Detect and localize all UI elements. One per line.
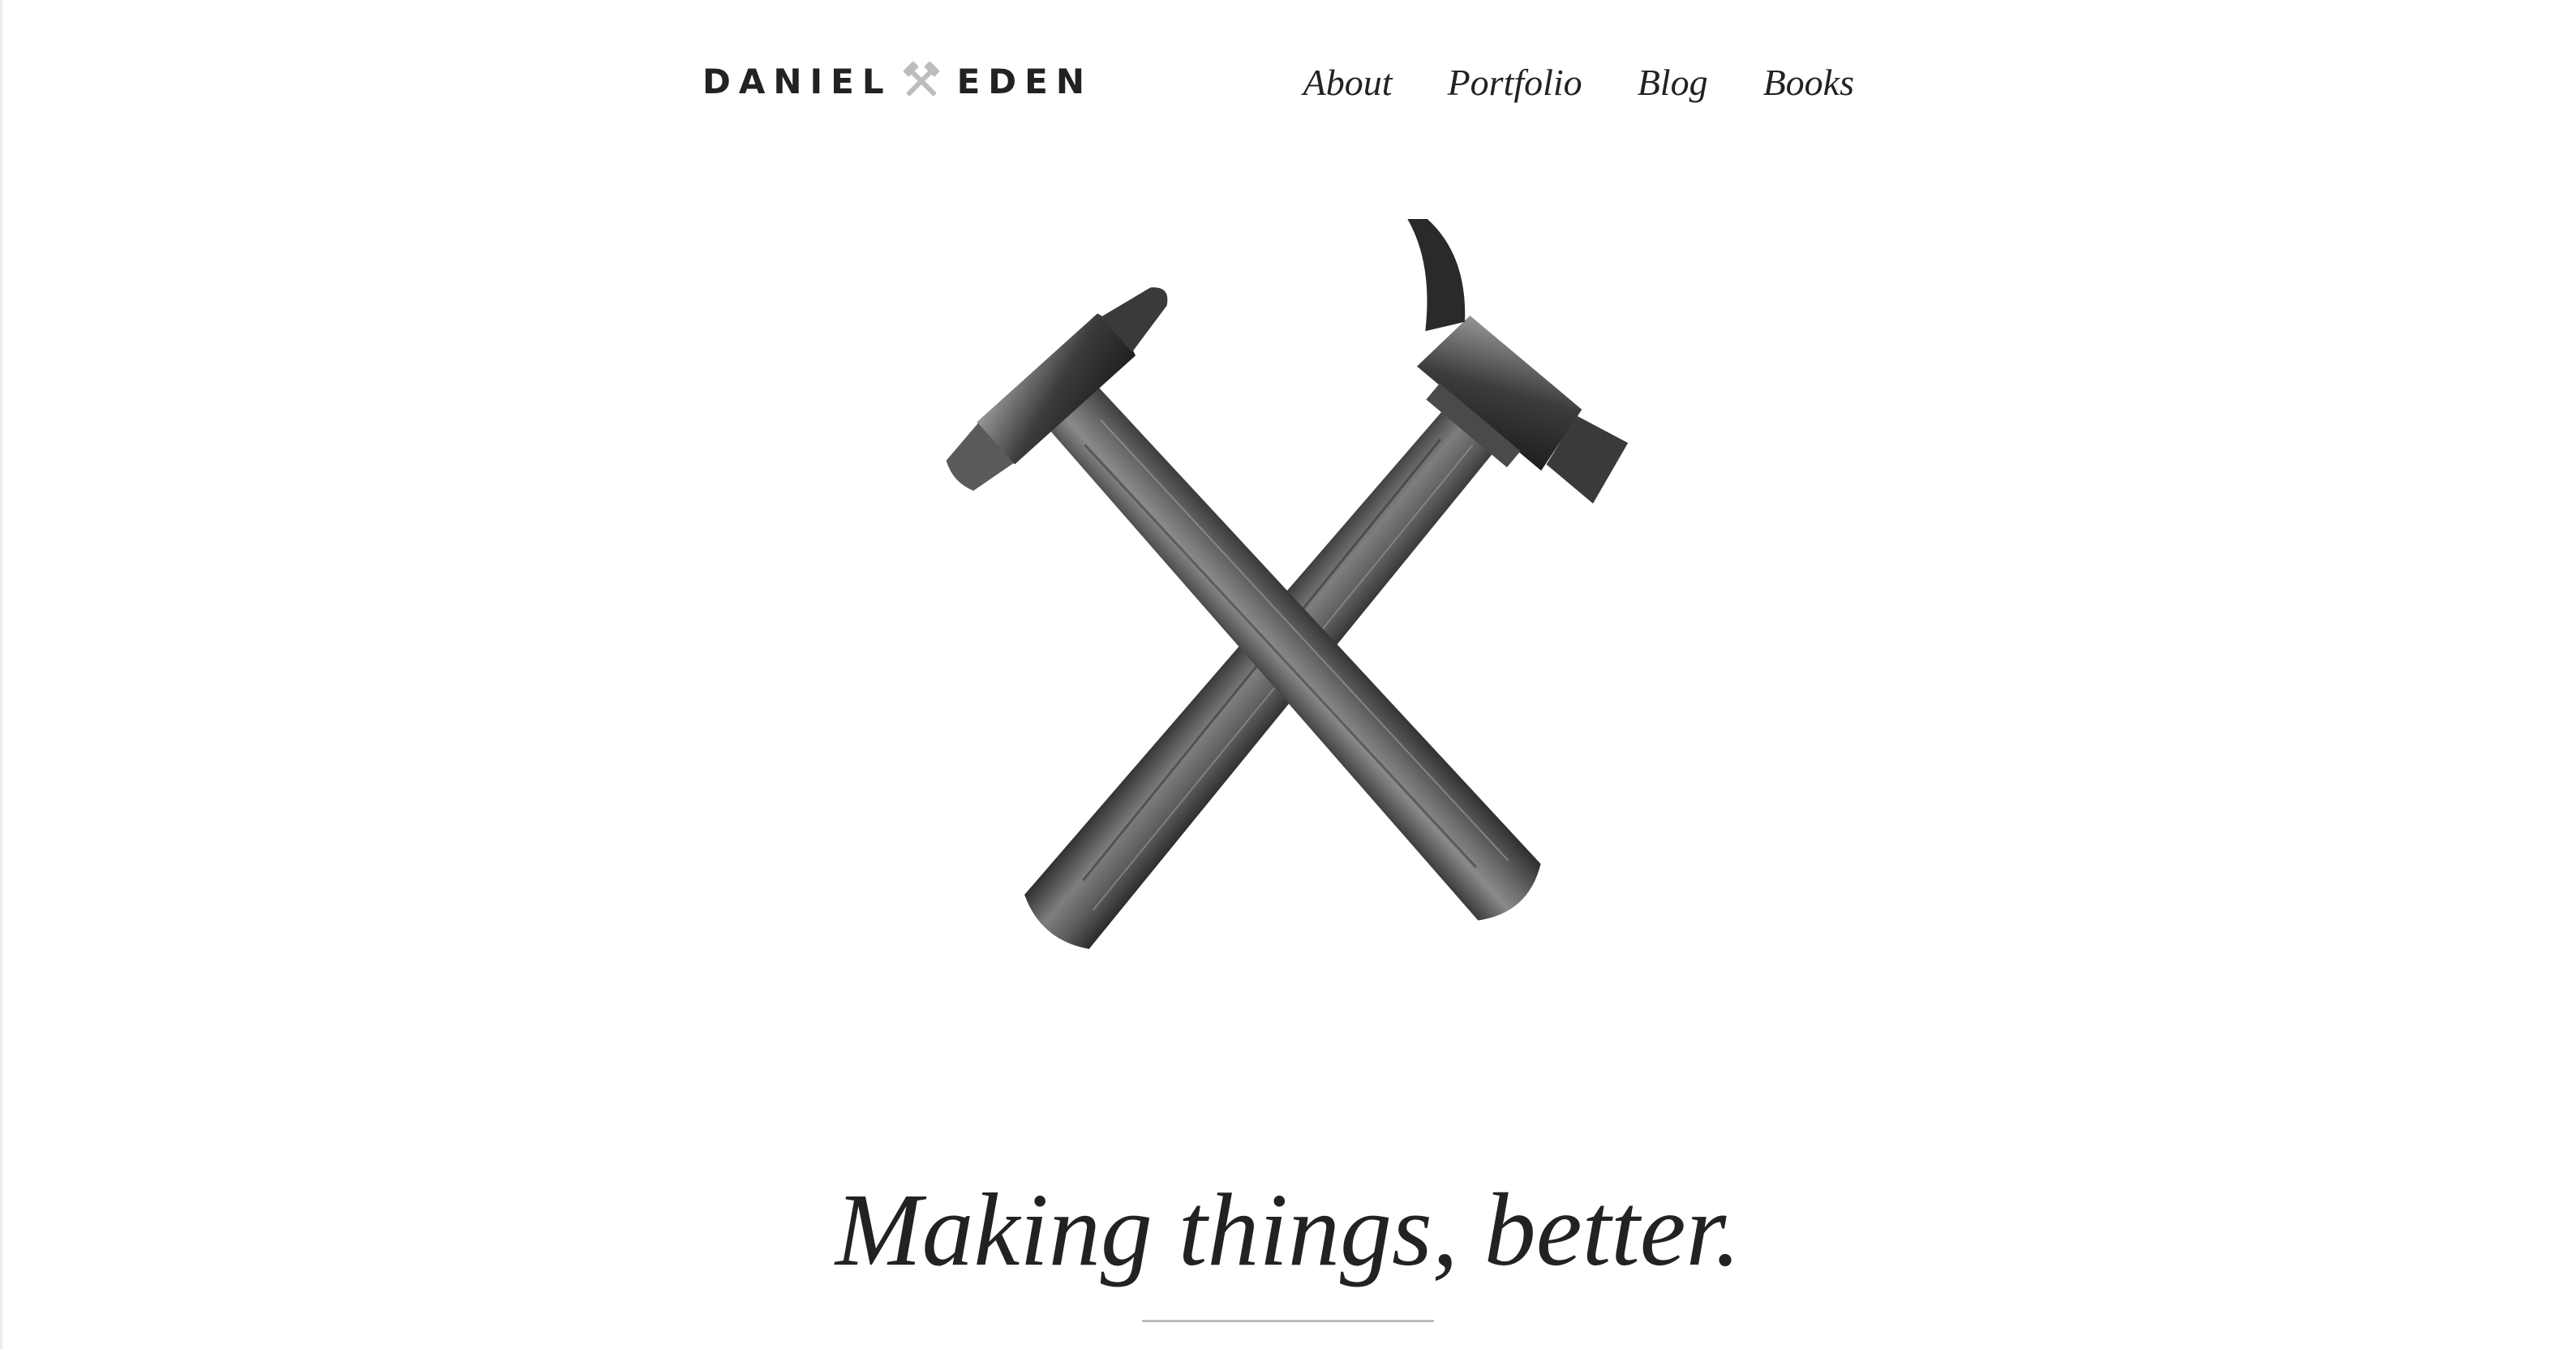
crossed-hammers-photo (811, 219, 1784, 1014)
site-logo[interactable]: DANIEL EDEN (702, 57, 1093, 105)
nav-books[interactable]: Books (1763, 61, 1854, 104)
tagline: Making things, better. (835, 1172, 1741, 1287)
page-edge-rule (0, 0, 2, 1349)
site-header: DANIEL EDEN About Portfolio Blog Books (702, 49, 1854, 114)
nav-blog[interactable]: Blog (1638, 61, 1708, 104)
logo-first-name: DANIEL (702, 61, 892, 101)
tagline-divider (1142, 1320, 1434, 1322)
page: DANIEL EDEN About Portfolio Blog Books M… (0, 0, 2576, 1349)
nav-about[interactable]: About (1303, 61, 1393, 104)
logo-last-name: EDEN (956, 61, 1093, 101)
nav-portfolio[interactable]: Portfolio (1448, 61, 1582, 104)
main-nav: About Portfolio Blog Books (1303, 54, 1854, 110)
crossed-hammers-icon (900, 60, 942, 102)
